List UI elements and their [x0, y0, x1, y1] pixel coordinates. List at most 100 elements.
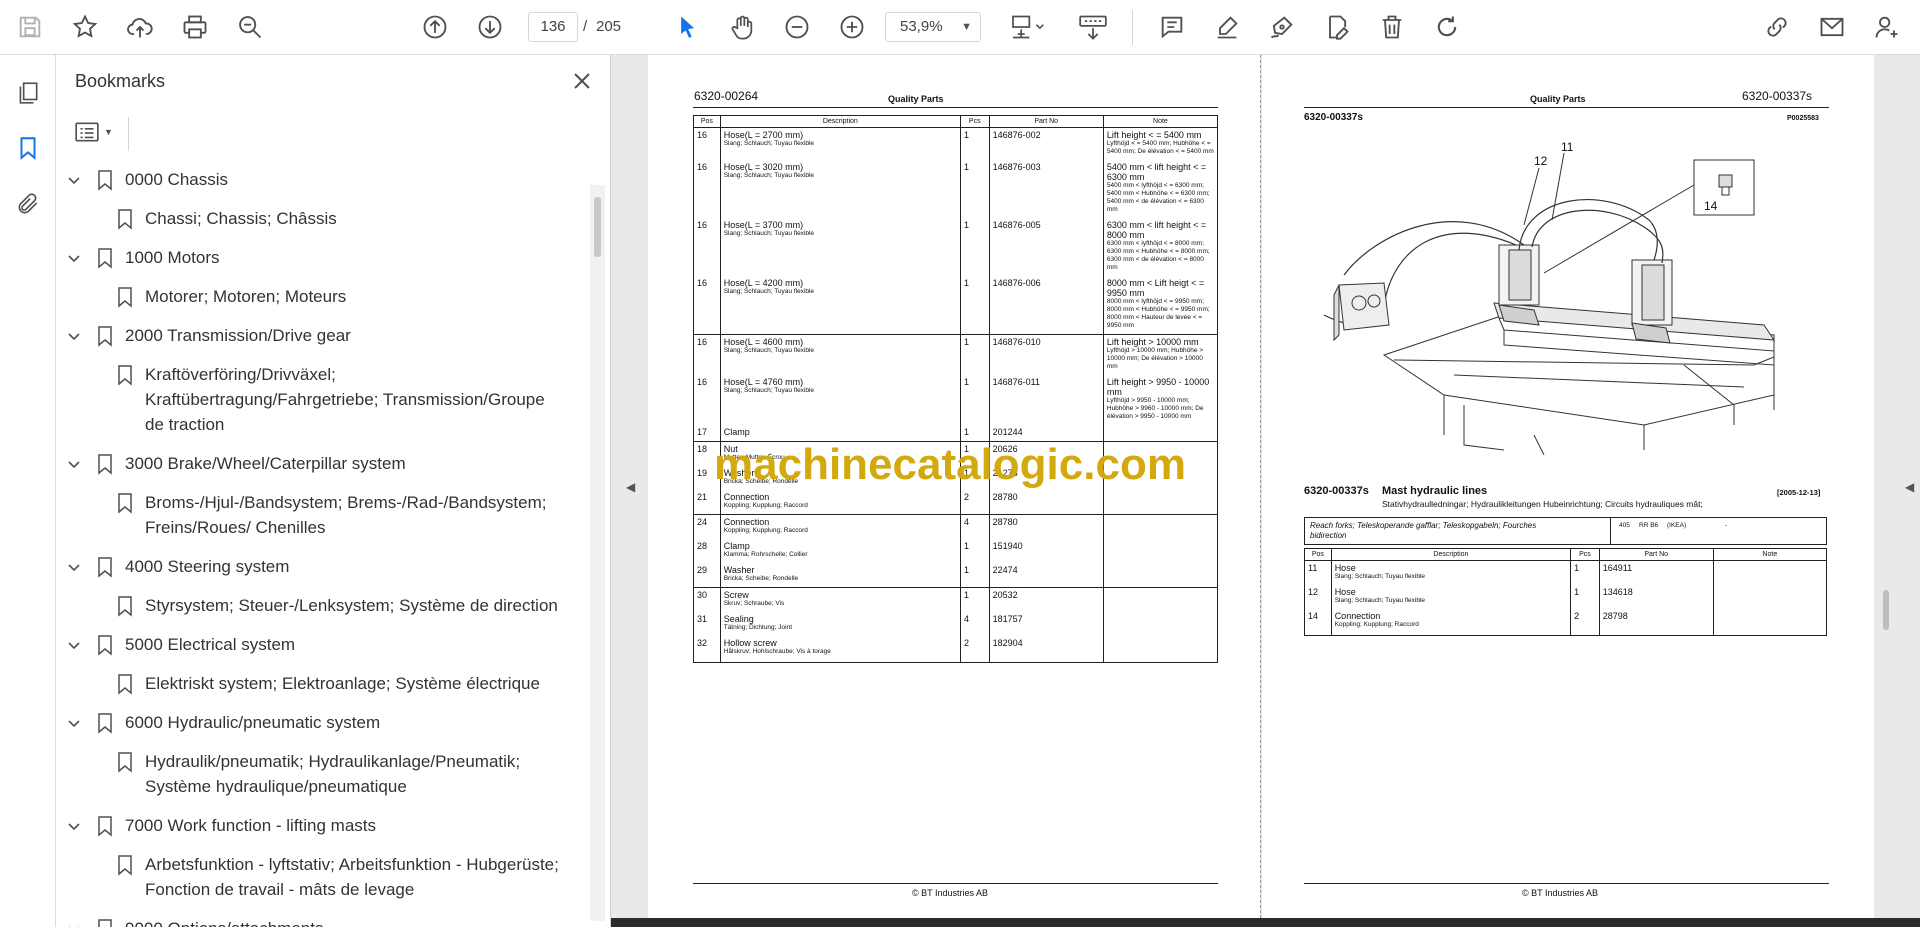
row-pcs: 1 [963, 337, 969, 347]
table-row: 29 Washer Bricka; Scheibe; Rondelle 1 22474 [693, 563, 1219, 588]
draw-sign-icon[interactable] [1264, 9, 1300, 45]
rotate-icon[interactable] [1429, 9, 1465, 45]
table-row: 12 Hose Slang; Schlauch; Tuyau flexible 1 13… [1304, 585, 1828, 609]
row-pcs: 1 [1574, 563, 1580, 573]
row-description: Washer [723, 565, 755, 575]
callout-11: 11 [1561, 140, 1574, 154]
close-icon[interactable] [570, 69, 594, 93]
footer-rule [693, 883, 1218, 884]
bookmark-icon [98, 170, 112, 191]
next-page-icon[interactable] [472, 9, 508, 45]
row-description: Sealing [723, 614, 754, 624]
add-user-icon[interactable] [1869, 9, 1905, 45]
table-row: 21 Connection Koppling; Kupplung; Raccord 2… [693, 490, 1219, 515]
row-translations: Slang; Schlauch; Tuyau flexible [723, 288, 815, 295]
chevron-down-icon[interactable] [66, 456, 82, 472]
row-note: 6300 mm < lift height < = 8000 mm [1106, 220, 1207, 240]
row-note: 5400 mm < lift height < = 6300 mm [1106, 162, 1207, 182]
page-number-input[interactable]: 136 [528, 12, 578, 42]
chevron-down-icon[interactable] [66, 637, 82, 653]
row-note-translations: Lyfthöjd < = 5400 mm; Hubhöhe < = 5400 m… [1106, 140, 1214, 155]
chevron-down-icon[interactable] [66, 921, 82, 927]
save-icon[interactable] [12, 9, 48, 45]
page-fit-icon[interactable] [1002, 9, 1052, 45]
table-row: 16 Hose(L = 2700 mm) Slang; Schlauch; Tuya… [693, 127, 1219, 160]
row-translations: Bricka; Scheibe; Rondelle [723, 575, 799, 582]
row-description: Hose(L = 4200 mm) [723, 278, 804, 288]
row-part-no: 28798 [1602, 611, 1628, 621]
table-row: 31 Sealing Tätning; Dichtung; Joint 4 181757 [693, 612, 1219, 636]
expand-right-icon[interactable]: ◀ [1905, 480, 1914, 494]
previous-page-icon[interactable] [417, 9, 453, 45]
row-pcs: 1 [963, 220, 969, 230]
select-cursor-icon[interactable] [669, 9, 705, 45]
delete-icon[interactable] [1374, 9, 1410, 45]
zoom-out-icon[interactable] [779, 9, 815, 45]
column-header: Description [1330, 548, 1572, 561]
zoom-in-icon[interactable] [834, 9, 870, 45]
chevron-down-icon[interactable] [66, 559, 82, 575]
row-pos: 14 [1308, 611, 1319, 621]
row-pos: 16 [697, 130, 708, 140]
bookmark-options-button[interactable]: ▼ [74, 117, 120, 147]
row-pos: 32 [697, 638, 708, 648]
row-description: Hose(L = 4600 mm) [723, 337, 804, 347]
row-pcs: 2 [963, 638, 969, 648]
column-header: Description [719, 115, 961, 128]
upload-cloud-icon[interactable] [122, 9, 158, 45]
row-pos: 11 [1308, 563, 1318, 573]
row-pcs: 4 [963, 614, 969, 624]
row-part-no: 134618 [1602, 587, 1633, 597]
zoom-level-select[interactable]: 53,9% ▼ [885, 12, 981, 42]
left-nav-rail [0, 55, 56, 927]
row-pos: 24 [697, 517, 708, 527]
search-zoom-icon[interactable] [232, 9, 268, 45]
share-link-icon[interactable] [1759, 9, 1795, 45]
chevron-down-icon[interactable] [66, 250, 82, 266]
chevron-down-icon[interactable] [66, 818, 82, 834]
row-translations: Tätning; Dichtung; Joint [723, 624, 793, 631]
bookmark-label: 9000 Options/attachments [125, 916, 565, 927]
row-translations: Hålskruv; Hohlschraube; Vis à torage [723, 648, 831, 655]
edit-document-icon[interactable] [1319, 9, 1355, 45]
row-part-no: 146876-003 [992, 162, 1041, 172]
row-pos: 19 [697, 468, 708, 478]
row-pcs: 1 [963, 130, 969, 140]
email-icon[interactable] [1814, 9, 1850, 45]
bookmark-label: 3000 Brake/Wheel/Caterpillar system [125, 454, 406, 473]
row-description: Connection [723, 492, 770, 502]
star-icon[interactable] [67, 9, 103, 45]
row-note-translations: Lyfthöjd > 10000 mm; Hubhöhe > 10000 mm;… [1106, 347, 1204, 370]
row-description: Clamp [723, 427, 750, 437]
bookmark-label: Elektriskt system; Elektroanlage; Systèm… [145, 674, 540, 693]
row-part-no: 146876-006 [992, 278, 1041, 288]
bookmark-label: Kraftöverföring/Drivväxel; Kraftübertrag… [145, 365, 545, 434]
document-scrollbar-thumb[interactable] [1883, 590, 1889, 630]
chevron-down-icon[interactable] [66, 715, 82, 731]
bookmark-label: Motorer; Motoren; Moteurs [145, 287, 347, 306]
hand-tool-icon[interactable] [724, 9, 760, 45]
comment-icon[interactable] [1154, 9, 1190, 45]
bookmark-label: Styrsystem; Steuer-/Lenksystem; Système … [145, 596, 558, 615]
attachments-icon[interactable] [10, 186, 46, 222]
watermark: machinecatalogic.com [714, 440, 1186, 489]
row-pcs: 1 [963, 162, 969, 172]
applicability-text: Reach forks; Teleskoperande gafflar; Tel… [1310, 521, 1537, 540]
bookmark-label: 6000 Hydraulic/pneumatic system [125, 713, 381, 732]
page-thumbnails-icon[interactable] [10, 75, 46, 111]
scroll-mode-icon[interactable] [1073, 9, 1113, 45]
applicability-customer: (IKEA) [1667, 522, 1687, 529]
collapse-left-icon[interactable]: ◀ [626, 480, 635, 494]
table-row: 30 Screw Skruv; Schraube; Vis 1 20532 [693, 587, 1219, 612]
bookmarks-icon[interactable] [10, 130, 46, 166]
table-row: 32 Hollow screw Hålskruv; Hohlschraube; Vi… [693, 636, 1219, 660]
chevron-down-icon[interactable] [66, 172, 82, 188]
table-row: 16 Hose(L = 3020 mm) Slang; Schlauch; Tuya… [693, 160, 1219, 218]
page-heading: Quality Parts [1530, 94, 1586, 104]
print-icon[interactable] [177, 9, 213, 45]
row-pcs: 2 [963, 492, 969, 502]
highlight-pen-icon[interactable] [1209, 9, 1245, 45]
chevron-down-icon[interactable] [66, 328, 82, 344]
row-description: Hose [1334, 563, 1356, 573]
column-header: Pos [1304, 548, 1332, 561]
